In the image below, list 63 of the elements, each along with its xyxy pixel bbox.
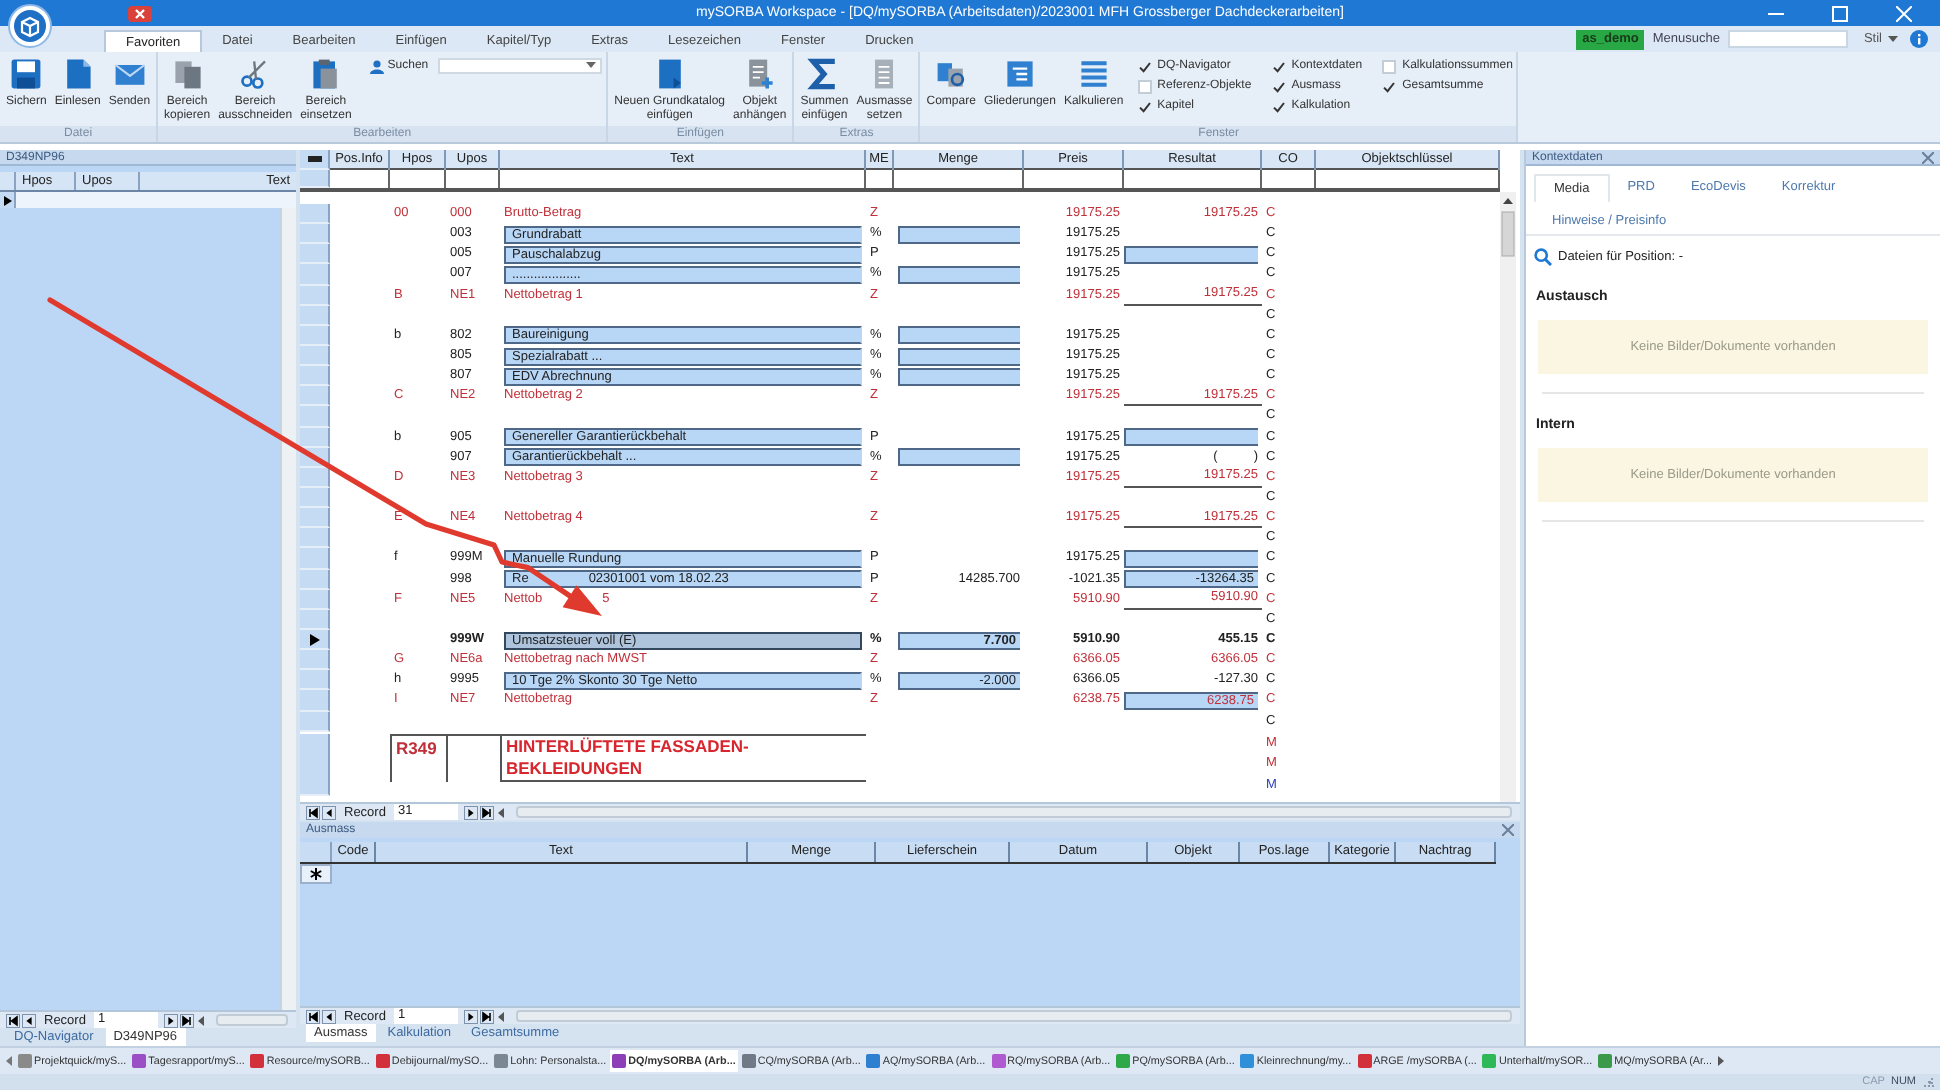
new-row-icon [310,868,322,880]
outline-icon [1001,56,1038,92]
result-field[interactable] [1124,549,1258,568]
close-icon[interactable] [1922,151,1934,163]
result-field[interactable] [1124,428,1258,447]
caret-icon [586,62,597,70]
scroll-left-icon[interactable] [4,1054,14,1068]
checkbox[interactable] [1137,99,1152,113]
search-field[interactable] [1727,30,1848,48]
close-icon[interactable] [128,5,152,21]
horizontal-scrollbar[interactable] [215,1014,288,1026]
person-icon [369,59,384,73]
last-record-icon[interactable] [479,805,494,819]
checkbox[interactable] [1382,79,1397,93]
search-field[interactable] [438,58,603,74]
next-record-icon[interactable] [463,1009,478,1023]
current-row-icon [3,195,11,205]
scroll-left-icon[interactable] [495,1009,506,1023]
next-record-icon[interactable] [463,805,478,819]
collapse-icon[interactable] [307,156,321,162]
copy-icon [169,56,206,92]
maximize-icon[interactable] [1832,5,1848,21]
checkbox[interactable] [1137,59,1152,73]
save-icon [8,56,45,92]
first-record-icon[interactable] [306,805,320,819]
quantity-field[interactable] [898,266,1020,284]
vertical-scrollbar[interactable] [1500,192,1516,802]
previous-record-icon[interactable] [322,805,336,819]
horizontal-scrollbar[interactable] [515,1010,1512,1022]
last-record-icon[interactable] [179,1013,194,1027]
first-record-icon[interactable] [6,1013,20,1027]
row-selector[interactable] [300,864,332,884]
quantity-field[interactable] [898,326,1020,345]
resize-grip-icon[interactable] [1922,1076,1934,1088]
previous-record-icon[interactable] [322,1009,336,1023]
previous-record-icon[interactable] [22,1013,36,1027]
checkbox[interactable] [1271,79,1286,93]
scroll-right-icon[interactable] [1716,1054,1726,1068]
row-selector[interactable] [0,192,16,208]
caret-icon [1888,35,1898,43]
result-field[interactable] [1124,245,1258,264]
info-icon[interactable] [1910,30,1928,48]
checkbox[interactable] [1271,59,1286,73]
search-icon [1534,248,1552,266]
quantity-field[interactable] [898,347,1020,366]
next-record-icon[interactable] [163,1013,178,1027]
last-record-icon[interactable] [479,1009,494,1023]
quantity-field[interactable] [898,225,1020,244]
scroll-left-icon[interactable] [195,1013,206,1027]
quantity-field[interactable] [898,367,1020,386]
scroll-left-icon[interactable] [495,805,506,819]
app-logo-icon[interactable] [8,4,52,48]
table-cell: HINTERLÜFTETE FASSADEN- BEKLEIDUNGEN [506,735,749,780]
close-icon[interactable] [1502,824,1514,836]
quantity-field[interactable] [898,448,1020,467]
first-record-icon[interactable] [306,1009,320,1023]
table-cell: R349 [396,735,437,760]
row-selector[interactable] [300,629,330,651]
checkbox[interactable] [1271,99,1286,113]
horizontal-scrollbar[interactable] [515,806,1512,818]
vertical-scrollbar[interactable] [280,208,296,1010]
current-row-icon [309,633,319,646]
table-icon [1075,56,1112,92]
